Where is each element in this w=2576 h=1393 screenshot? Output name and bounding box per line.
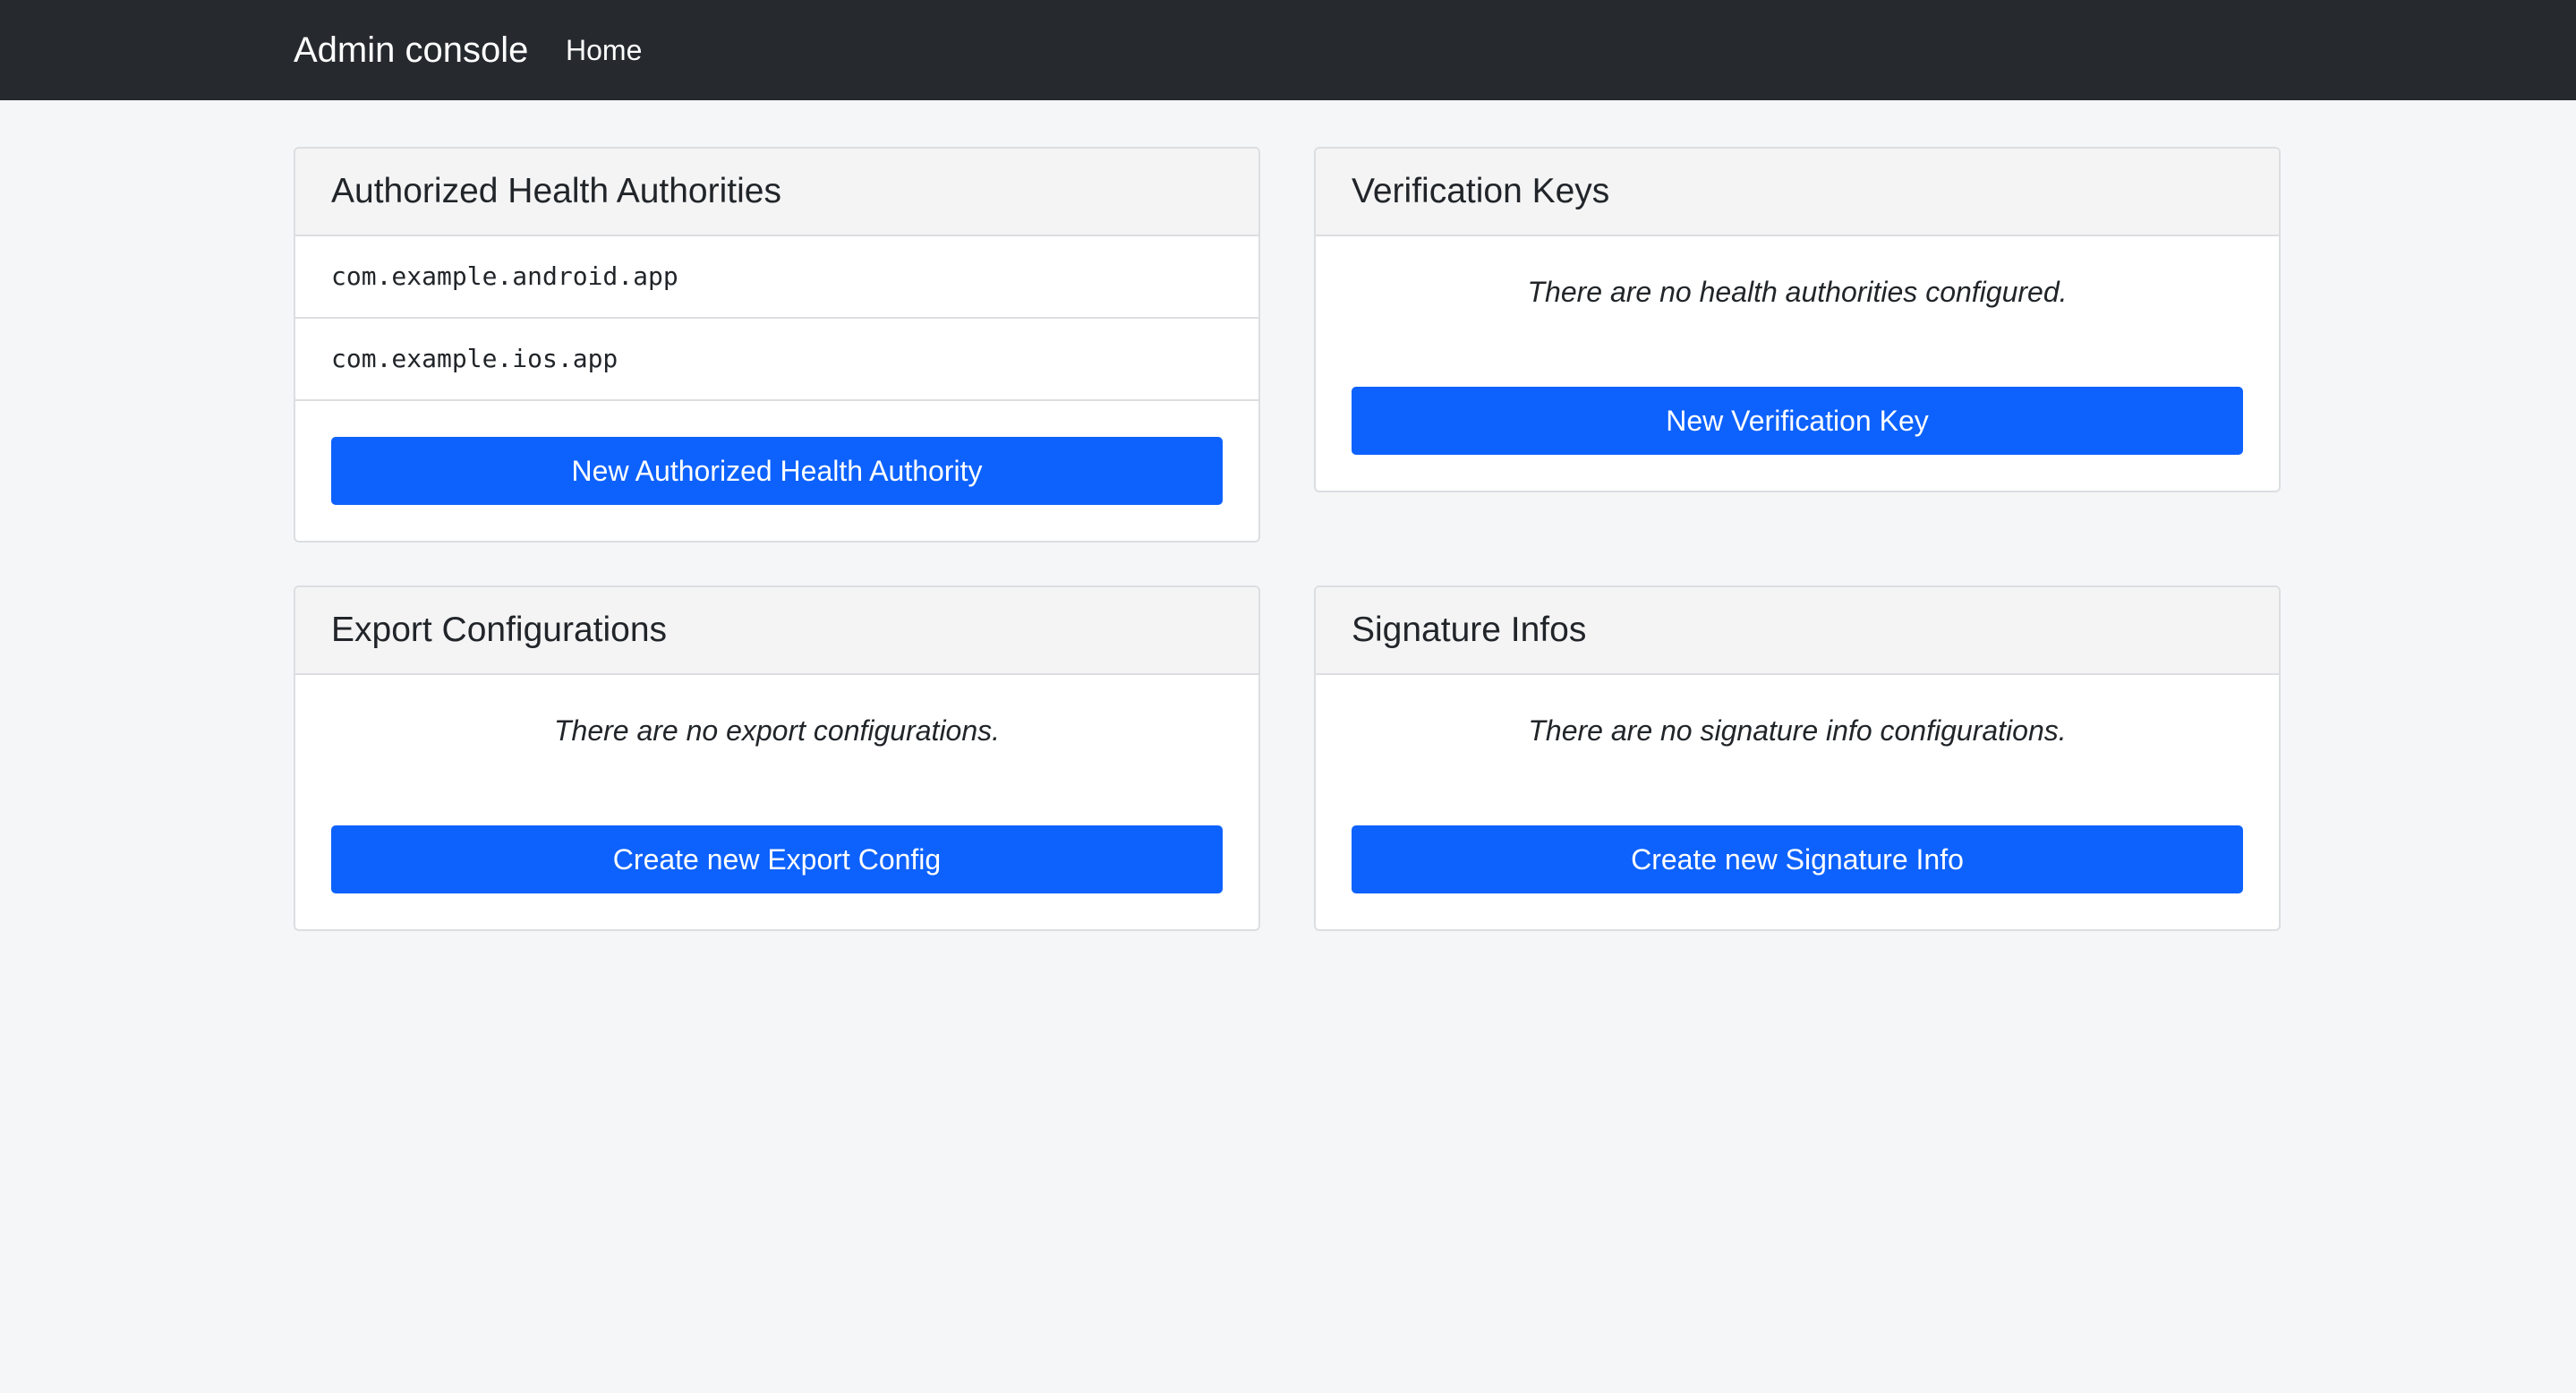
top-navbar: Admin console Home [0,0,2576,100]
empty-state-message: There are no signature info configuratio… [1528,714,2067,747]
health-authorities-card: Authorized Health Authorities com.exampl… [294,147,1260,543]
empty-state-message: There are no export configurations. [553,714,1001,747]
signature-infos-card: Signature Infos There are no signature i… [1314,585,2281,931]
empty-state-message: There are no health authorities configur… [1527,276,2068,308]
new-health-authority-button[interactable]: New Authorized Health Authority [331,437,1223,505]
create-export-config-button[interactable]: Create new Export Config [331,825,1223,893]
list-item-health-authority[interactable]: com.example.android.app [295,236,1258,319]
verification-keys-card: Verification Keys There are no health au… [1314,147,2281,492]
navbar-brand[interactable]: Admin console [294,0,528,100]
card-title-verification-keys: Verification Keys [1316,149,2279,236]
new-verification-key-button[interactable]: New Verification Key [1352,387,2243,455]
card-title-signature-infos: Signature Infos [1316,587,2279,675]
export-configurations-card: Export Configurations There are no expor… [294,585,1260,931]
list-item-health-authority[interactable]: com.example.ios.app [295,319,1258,401]
card-title-health-authorities: Authorized Health Authorities [295,149,1258,236]
card-title-export-configurations: Export Configurations [295,587,1258,675]
create-signature-info-button[interactable]: Create new Signature Info [1352,825,2243,893]
nav-link-home[interactable]: Home [566,0,642,100]
